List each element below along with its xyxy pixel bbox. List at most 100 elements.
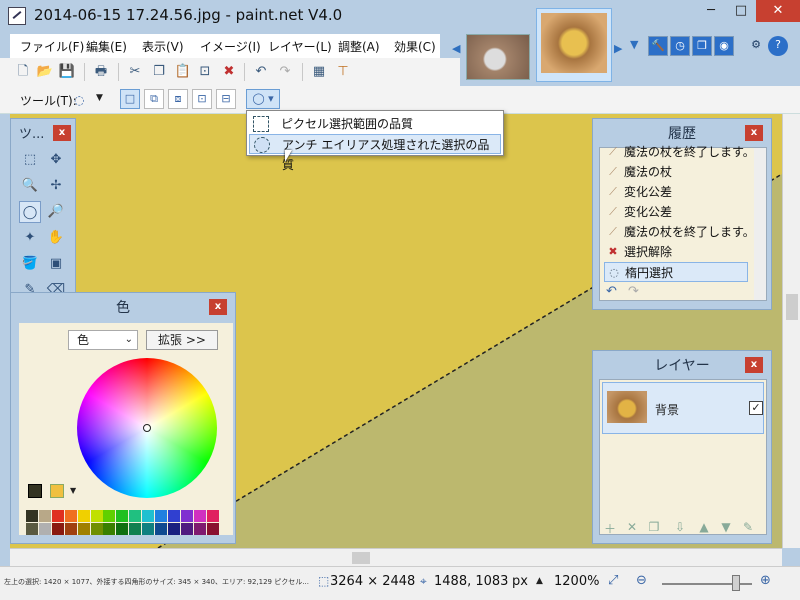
- palette-swatch[interactable]: [193, 510, 206, 522]
- zoom-slider-thumb[interactable]: [732, 575, 740, 591]
- history-item[interactable]: ✖ 選択解除: [604, 242, 748, 262]
- image-thumbnail-1[interactable]: [466, 34, 530, 80]
- layers-panel-close-button[interactable]: x: [745, 357, 763, 373]
- units-chevron-icon[interactable]: ▲: [536, 576, 543, 586]
- palette-swatch[interactable]: [116, 510, 129, 522]
- selection-union-button[interactable]: ⧉: [144, 89, 164, 109]
- history-item[interactable]: ⟋ 変化公差: [604, 182, 748, 202]
- add-layer-icon[interactable]: ＋: [602, 520, 618, 536]
- color-expand-button[interactable]: 拡張 >>: [146, 330, 218, 350]
- current-tool-icon[interactable]: ◌: [74, 93, 84, 107]
- delete-layer-icon[interactable]: ✕: [624, 520, 640, 536]
- menu-adjustments[interactable]: 調整(A): [338, 38, 380, 55]
- palette-swatch[interactable]: [142, 510, 155, 522]
- image-thumbnail-2-active[interactable]: [536, 8, 612, 82]
- crop-icon[interactable]: ⊡: [196, 63, 214, 81]
- layer-row[interactable]: 背景 ✓: [602, 382, 764, 434]
- paint-bucket-tool-icon[interactable]: 🪣: [19, 253, 41, 275]
- ruler-icon[interactable]: ⊤: [334, 63, 352, 81]
- history-item[interactable]: ⟋ 変化公差: [604, 202, 748, 222]
- rectangle-select-tool-icon[interactable]: ⬚: [19, 149, 41, 171]
- palette-swatch[interactable]: [26, 510, 38, 522]
- tool-dropdown-chevron-icon[interactable]: ▼: [96, 93, 103, 103]
- color-wheel-marker[interactable]: [143, 424, 151, 432]
- ellipse-select-tool-icon[interactable]: ◯: [19, 201, 41, 223]
- zoom-tool-icon[interactable]: 🔎: [45, 201, 67, 223]
- history-item-selected[interactable]: ◌ 楕円選択: [604, 262, 748, 282]
- layer-properties-icon[interactable]: ✎: [740, 520, 756, 536]
- color-mode-select[interactable]: 色 ⌄: [68, 330, 138, 350]
- palette-menu-chevron-icon[interactable]: ▼: [70, 486, 76, 495]
- duplicate-layer-icon[interactable]: ❐: [646, 520, 662, 536]
- undo-icon[interactable]: ↶: [252, 63, 270, 81]
- history-redo-icon[interactable]: ↷: [628, 284, 639, 299]
- history-scrollbar[interactable]: [754, 148, 766, 300]
- palette-icon[interactable]: [50, 484, 64, 498]
- paste-icon[interactable]: 📋: [174, 63, 192, 81]
- tools-window-icon[interactable]: 🔨: [648, 36, 668, 56]
- magic-wand-tool-icon[interactable]: ✦: [19, 227, 41, 249]
- horizontal-scrollbar[interactable]: [10, 548, 782, 566]
- palette-swatch[interactable]: [155, 510, 167, 522]
- palette-swatch[interactable]: [167, 510, 180, 522]
- palette-swatch[interactable]: [103, 523, 116, 535]
- primary-color-swatch[interactable]: [28, 484, 42, 498]
- history-item[interactable]: ⟋ 魔法の杖を終了します。: [604, 222, 748, 242]
- zoom-in-icon[interactable]: ⊕: [760, 573, 771, 588]
- palette-swatch[interactable]: [129, 523, 142, 535]
- palette-swatch[interactable]: [38, 523, 51, 535]
- palette-swatch[interactable]: [116, 523, 129, 535]
- copy-icon[interactable]: ❐: [150, 63, 168, 81]
- palette-swatch[interactable]: [155, 523, 167, 535]
- history-window-icon[interactable]: ◷: [670, 36, 690, 56]
- menu-file[interactable]: ファイル(F): [20, 38, 84, 55]
- zoom-level[interactable]: 1200%: [554, 574, 599, 589]
- palette-swatch[interactable]: [180, 523, 193, 535]
- palette-swatch[interactable]: [26, 523, 38, 535]
- menu-image[interactable]: イメージ(I): [200, 38, 261, 55]
- print-icon[interactable]: 🖶: [92, 63, 110, 81]
- palette-swatch[interactable]: [64, 510, 77, 522]
- menu-effects[interactable]: 効果(C): [394, 38, 436, 55]
- cut-icon[interactable]: ✂: [126, 63, 144, 81]
- palette-swatch[interactable]: [64, 523, 77, 535]
- move-selection-tool-icon[interactable]: ✥: [45, 149, 67, 171]
- menu-edit[interactable]: 編集(E): [86, 38, 127, 55]
- palette-swatch[interactable]: [193, 523, 206, 535]
- menu-view[interactable]: 表示(V): [142, 38, 184, 55]
- palette-swatch[interactable]: [77, 510, 90, 522]
- palette-swatch[interactable]: [103, 510, 116, 522]
- palette-swatch[interactable]: [142, 523, 155, 535]
- palette-swatch[interactable]: [206, 523, 219, 535]
- selection-intersect-button[interactable]: ⊡: [192, 89, 212, 109]
- gear-icon[interactable]: ⚙: [746, 36, 766, 56]
- thumb-prev-icon[interactable]: ◀: [452, 42, 460, 55]
- history-panel-close-button[interactable]: x: [745, 125, 763, 141]
- palette-swatch[interactable]: [77, 523, 90, 535]
- pan-tool-icon[interactable]: ✋: [45, 227, 67, 249]
- antialias-dropdown-button[interactable]: ◯ ▾: [246, 89, 280, 109]
- palette-swatch[interactable]: [38, 510, 51, 522]
- zoom-to-window-icon[interactable]: ⤢: [608, 573, 618, 588]
- horizontal-scroll-thumb[interactable]: [352, 552, 370, 564]
- lasso-tool-icon[interactable]: 🔍: [19, 175, 41, 197]
- layers-window-icon[interactable]: ❐: [692, 36, 712, 56]
- close-button[interactable]: ✕: [756, 0, 800, 22]
- palette-swatch[interactable]: [206, 510, 219, 522]
- palette-swatch[interactable]: [51, 523, 64, 535]
- move-layer-down-icon[interactable]: ▼: [718, 520, 734, 536]
- help-icon[interactable]: ?: [768, 36, 788, 56]
- new-icon[interactable]: 🗋: [14, 63, 32, 81]
- colors-window-icon[interactable]: ◉: [714, 36, 734, 56]
- palette-swatch[interactable]: [167, 523, 180, 535]
- pixelated-quality-option[interactable]: ピクセル選択範囲の品質: [249, 114, 501, 134]
- save-icon[interactable]: 💾: [58, 63, 76, 81]
- selection-exclude-button[interactable]: ⧈: [168, 89, 188, 109]
- units-selector[interactable]: px: [512, 574, 528, 589]
- palette-swatch[interactable]: [90, 510, 103, 522]
- vertical-scrollbar[interactable]: [782, 114, 800, 548]
- history-item[interactable]: ⟋ 魔法の杖を終了します。: [604, 142, 748, 162]
- move-layer-up-icon[interactable]: ▲: [696, 520, 712, 536]
- deselect-icon[interactable]: ✖: [220, 63, 238, 81]
- move-selected-tool-icon[interactable]: ✢: [45, 175, 67, 197]
